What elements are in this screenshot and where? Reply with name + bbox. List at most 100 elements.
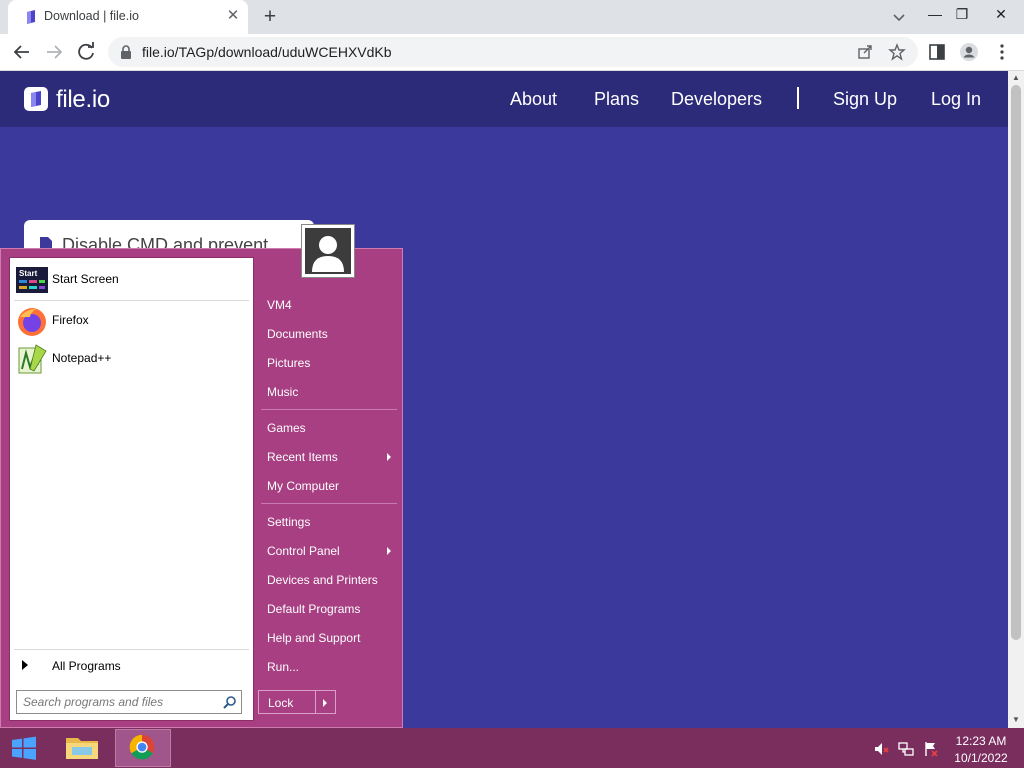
lock-button[interactable]: Lock [258,690,316,714]
chrome-icon [129,734,155,760]
notepad-plus-plus-icon [18,344,47,374]
scroll-down-icon[interactable]: ▼ [1011,715,1021,725]
taskbar-chrome[interactable] [115,729,171,767]
start-search-input[interactable] [23,694,213,710]
volume-muted-icon[interactable] [873,741,889,757]
start-item-music[interactable]: Music [260,379,399,405]
start-item-recent-items[interactable]: Recent Items [260,444,399,470]
scrollbar-thumb[interactable] [1011,85,1021,640]
start-item-default-programs[interactable]: Default Programs [260,596,399,622]
taskbar-file-explorer[interactable] [54,729,110,767]
start-item-my-computer[interactable]: My Computer [260,473,399,499]
start-item-settings[interactable]: Settings [260,509,399,535]
browser-tab[interactable]: Download | file.io ✕ [8,0,248,34]
start-item-label: Pictures [267,356,311,370]
site-navbar: file.io About Plans Developers Sign Up L… [0,71,1008,127]
site-name[interactable]: file.io [56,86,110,114]
start-item-help-and-support[interactable]: Help and Support [260,625,399,651]
start-item-documents[interactable]: Documents [260,321,399,347]
user-account-picture[interactable] [301,224,355,278]
start-item-user-folder[interactable]: VM4 [260,292,399,318]
start-item-label: Settings [267,515,311,529]
arrow-right-icon [323,699,327,707]
user-silhouette-icon [312,236,344,272]
bookmark-star-icon[interactable] [888,43,906,61]
scroll-up-icon[interactable]: ▲ [1011,73,1021,83]
program-label: Notepad++ [52,351,112,365]
fileio-logo[interactable] [24,87,48,111]
new-tab-plus-icon[interactable]: + [258,5,282,29]
fileio-logo-icon [31,91,41,107]
padlock-icon[interactable] [120,45,132,59]
all-programs-button[interactable]: All Programs [14,654,249,678]
clock-date[interactable]: 10/1/2022 [948,751,1014,765]
start-button[interactable] [0,728,48,768]
start-item-label: Recent Items [267,450,338,464]
start-item-games[interactable]: Games [260,415,399,441]
more-menu-icon[interactable] [992,42,1012,62]
program-label: Firefox [52,313,89,327]
start-item-label: Help and Support [267,631,361,645]
start-menu-programs-pane: Start Start Screen Firefox Notepad++ All… [9,257,254,721]
close-window-icon[interactable]: ✕ [986,3,1016,25]
start-item-label: Control Panel [267,544,340,558]
start-item-label: My Computer [267,479,340,493]
nav-link-plans[interactable]: Plans [594,89,639,110]
minimize-window-icon[interactable]: — [920,3,950,25]
nav-link-log-in[interactable]: Log In [931,89,981,110]
start-item-pictures[interactable]: Pictures [260,350,399,376]
start-right-divider [261,503,397,504]
start-item-label: Default Programs [267,602,361,616]
submenu-arrow-icon [387,547,391,555]
submenu-arrow-icon [387,453,391,461]
program-start-screen[interactable]: Start Start Screen [14,262,249,298]
clock-time[interactable]: 12:23 AM [948,734,1014,748]
browser-tab-bar: Download | file.io ✕ + — ❐ ✕ [0,0,1024,34]
start-item-label: VM4 [267,298,292,312]
nav-link-sign-up[interactable]: Sign Up [833,89,897,110]
search-icon[interactable] [223,695,237,709]
program-label: Start Screen [52,272,119,286]
restore-window-icon[interactable]: ❐ [947,3,977,25]
tab-close-icon[interactable]: ✕ [224,7,242,25]
tab-title: Download | file.io [44,9,139,23]
side-panel-icon[interactable] [927,42,947,62]
address-bar[interactable]: file.io/TAGp/download/uduWCEHXVdKb [108,37,918,67]
start-item-devices-and-printers[interactable]: Devices and Printers [260,567,399,593]
all-programs-label: All Programs [52,659,121,673]
windows-logo-icon [12,736,36,760]
network-icon[interactable] [898,741,914,757]
action-center-flag-icon[interactable] [923,741,939,757]
start-item-run[interactable]: Run... [260,654,399,680]
share-icon[interactable] [856,43,874,61]
all-programs-arrow-icon [22,660,28,670]
lock-label: Lock [268,696,294,710]
tab-search-chevron-icon[interactable] [888,6,910,28]
profile-avatar-icon[interactable] [959,42,979,62]
program-notepad-plus-plus[interactable]: Notepad++ [14,341,249,377]
firefox-icon [18,308,46,336]
start-item-label: Games [267,421,306,435]
shutdown-options-arrow-button[interactable] [315,690,336,714]
forward-arrow-icon[interactable] [41,39,67,65]
nav-link-developers[interactable]: Developers [671,89,762,110]
nav-divider [797,87,799,109]
reload-icon[interactable] [73,39,99,65]
page-scrollbar[interactable]: ▲ ▼ [1008,71,1024,728]
program-firefox[interactable]: Firefox [14,303,249,339]
start-item-label: Devices and Printers [267,573,378,587]
nav-link-about[interactable]: About [510,89,557,110]
all-programs-divider [14,649,249,650]
user-picture-frame [305,228,351,274]
back-arrow-icon[interactable] [9,39,35,65]
taskbar: 12:23 AM 10/1/2022 [0,728,1024,768]
file-explorer-folder-icon [66,738,98,759]
start-item-control-panel[interactable]: Control Panel [260,538,399,564]
start-item-label: Run... [267,660,300,674]
start-right-divider [261,409,397,410]
fileio-favicon-icon [27,10,35,24]
browser-toolbar: file.io/TAGp/download/uduWCEHXVdKb [0,34,1024,71]
url-text[interactable]: file.io/TAGp/download/uduWCEHXVdKb [142,44,392,60]
start-menu: Start Start Screen Firefox Notepad++ All… [0,248,403,728]
start-search-box[interactable] [16,690,242,714]
